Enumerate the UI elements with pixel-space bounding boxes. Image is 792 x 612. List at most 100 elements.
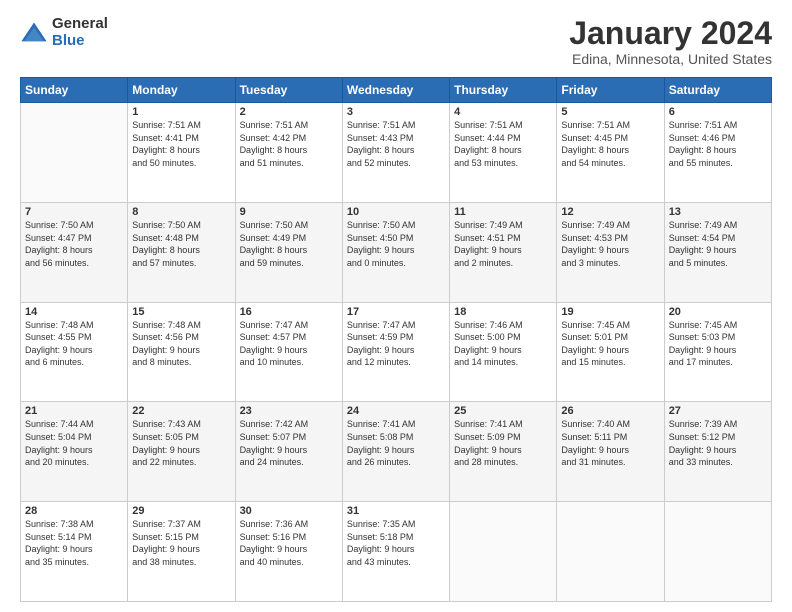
calendar-cell: 16Sunrise: 7:47 AMSunset: 4:57 PMDayligh… (235, 302, 342, 402)
day-number: 24 (347, 405, 445, 417)
week-row-1: 1Sunrise: 7:51 AMSunset: 4:41 PMDaylight… (21, 103, 772, 203)
day-number: 7 (25, 206, 123, 218)
week-row-4: 21Sunrise: 7:44 AMSunset: 5:04 PMDayligh… (21, 402, 772, 502)
cell-content: Sunrise: 7:49 AMSunset: 4:53 PMDaylight:… (561, 219, 659, 269)
day-number: 8 (132, 206, 230, 218)
header-day-wednesday: Wednesday (342, 78, 449, 103)
cell-content: Sunrise: 7:35 AMSunset: 5:18 PMDaylight:… (347, 518, 445, 568)
day-number: 4 (454, 106, 552, 118)
calendar-cell: 20Sunrise: 7:45 AMSunset: 5:03 PMDayligh… (664, 302, 771, 402)
header-row: SundayMondayTuesdayWednesdayThursdayFrid… (21, 78, 772, 103)
calendar-cell: 11Sunrise: 7:49 AMSunset: 4:51 PMDayligh… (450, 202, 557, 302)
cell-content: Sunrise: 7:50 AMSunset: 4:50 PMDaylight:… (347, 219, 445, 269)
day-number: 27 (669, 405, 767, 417)
day-number: 20 (669, 306, 767, 318)
day-number: 11 (454, 206, 552, 218)
cell-content: Sunrise: 7:45 AMSunset: 5:03 PMDaylight:… (669, 319, 767, 369)
cell-content: Sunrise: 7:48 AMSunset: 4:56 PMDaylight:… (132, 319, 230, 369)
page: General Blue January 2024 Edina, Minneso… (0, 0, 792, 612)
day-number: 17 (347, 306, 445, 318)
day-number: 28 (25, 505, 123, 517)
calendar-table: SundayMondayTuesdayWednesdayThursdayFrid… (20, 77, 772, 602)
day-number: 12 (561, 206, 659, 218)
logo-text: General Blue (52, 16, 108, 49)
header: General Blue January 2024 Edina, Minneso… (20, 16, 772, 67)
day-number: 22 (132, 405, 230, 417)
calendar-cell: 18Sunrise: 7:46 AMSunset: 5:00 PMDayligh… (450, 302, 557, 402)
day-number: 29 (132, 505, 230, 517)
cell-content: Sunrise: 7:48 AMSunset: 4:55 PMDaylight:… (25, 319, 123, 369)
cell-content: Sunrise: 7:46 AMSunset: 5:00 PMDaylight:… (454, 319, 552, 369)
cell-content: Sunrise: 7:47 AMSunset: 4:59 PMDaylight:… (347, 319, 445, 369)
logo-blue: Blue (52, 33, 108, 50)
cell-content: Sunrise: 7:50 AMSunset: 4:49 PMDaylight:… (240, 219, 338, 269)
calendar-cell: 27Sunrise: 7:39 AMSunset: 5:12 PMDayligh… (664, 402, 771, 502)
calendar-cell: 5Sunrise: 7:51 AMSunset: 4:45 PMDaylight… (557, 103, 664, 203)
day-number: 5 (561, 106, 659, 118)
day-number: 13 (669, 206, 767, 218)
cell-content: Sunrise: 7:51 AMSunset: 4:41 PMDaylight:… (132, 119, 230, 169)
cell-content: Sunrise: 7:49 AMSunset: 4:51 PMDaylight:… (454, 219, 552, 269)
day-number: 1 (132, 106, 230, 118)
header-day-friday: Friday (557, 78, 664, 103)
calendar-cell: 22Sunrise: 7:43 AMSunset: 5:05 PMDayligh… (128, 402, 235, 502)
cell-content: Sunrise: 7:37 AMSunset: 5:15 PMDaylight:… (132, 518, 230, 568)
week-row-2: 7Sunrise: 7:50 AMSunset: 4:47 PMDaylight… (21, 202, 772, 302)
header-day-thursday: Thursday (450, 78, 557, 103)
cell-content: Sunrise: 7:49 AMSunset: 4:54 PMDaylight:… (669, 219, 767, 269)
calendar-cell: 17Sunrise: 7:47 AMSunset: 4:59 PMDayligh… (342, 302, 449, 402)
calendar-cell: 7Sunrise: 7:50 AMSunset: 4:47 PMDaylight… (21, 202, 128, 302)
calendar-cell: 10Sunrise: 7:50 AMSunset: 4:50 PMDayligh… (342, 202, 449, 302)
calendar-cell: 28Sunrise: 7:38 AMSunset: 5:14 PMDayligh… (21, 502, 128, 602)
day-number: 16 (240, 306, 338, 318)
day-number: 10 (347, 206, 445, 218)
calendar-cell: 21Sunrise: 7:44 AMSunset: 5:04 PMDayligh… (21, 402, 128, 502)
calendar-cell: 15Sunrise: 7:48 AMSunset: 4:56 PMDayligh… (128, 302, 235, 402)
day-number: 21 (25, 405, 123, 417)
cell-content: Sunrise: 7:45 AMSunset: 5:01 PMDaylight:… (561, 319, 659, 369)
calendar-cell (450, 502, 557, 602)
cell-content: Sunrise: 7:42 AMSunset: 5:07 PMDaylight:… (240, 418, 338, 468)
day-number: 2 (240, 106, 338, 118)
calendar-cell: 9Sunrise: 7:50 AMSunset: 4:49 PMDaylight… (235, 202, 342, 302)
calendar-cell (557, 502, 664, 602)
day-number: 26 (561, 405, 659, 417)
day-number: 14 (25, 306, 123, 318)
cell-content: Sunrise: 7:51 AMSunset: 4:45 PMDaylight:… (561, 119, 659, 169)
logo-general: General (52, 16, 108, 33)
calendar-cell: 13Sunrise: 7:49 AMSunset: 4:54 PMDayligh… (664, 202, 771, 302)
calendar-cell: 24Sunrise: 7:41 AMSunset: 5:08 PMDayligh… (342, 402, 449, 502)
logo: General Blue (20, 16, 108, 49)
calendar-cell (664, 502, 771, 602)
title-block: January 2024 Edina, Minnesota, United St… (569, 16, 772, 67)
header-day-tuesday: Tuesday (235, 78, 342, 103)
day-number: 30 (240, 505, 338, 517)
calendar-cell: 12Sunrise: 7:49 AMSunset: 4:53 PMDayligh… (557, 202, 664, 302)
month-title: January 2024 (569, 16, 772, 51)
cell-content: Sunrise: 7:43 AMSunset: 5:05 PMDaylight:… (132, 418, 230, 468)
calendar-cell: 23Sunrise: 7:42 AMSunset: 5:07 PMDayligh… (235, 402, 342, 502)
day-number: 9 (240, 206, 338, 218)
calendar-cell: 6Sunrise: 7:51 AMSunset: 4:46 PMDaylight… (664, 103, 771, 203)
calendar-cell: 29Sunrise: 7:37 AMSunset: 5:15 PMDayligh… (128, 502, 235, 602)
cell-content: Sunrise: 7:44 AMSunset: 5:04 PMDaylight:… (25, 418, 123, 468)
location: Edina, Minnesota, United States (569, 51, 772, 67)
day-number: 6 (669, 106, 767, 118)
calendar-cell: 26Sunrise: 7:40 AMSunset: 5:11 PMDayligh… (557, 402, 664, 502)
calendar-cell: 31Sunrise: 7:35 AMSunset: 5:18 PMDayligh… (342, 502, 449, 602)
calendar-cell: 1Sunrise: 7:51 AMSunset: 4:41 PMDaylight… (128, 103, 235, 203)
logo-icon (20, 19, 48, 47)
cell-content: Sunrise: 7:39 AMSunset: 5:12 PMDaylight:… (669, 418, 767, 468)
cell-content: Sunrise: 7:51 AMSunset: 4:44 PMDaylight:… (454, 119, 552, 169)
calendar-cell: 8Sunrise: 7:50 AMSunset: 4:48 PMDaylight… (128, 202, 235, 302)
cell-content: Sunrise: 7:51 AMSunset: 4:43 PMDaylight:… (347, 119, 445, 169)
day-number: 25 (454, 405, 552, 417)
calendar-cell: 3Sunrise: 7:51 AMSunset: 4:43 PMDaylight… (342, 103, 449, 203)
cell-content: Sunrise: 7:51 AMSunset: 4:46 PMDaylight:… (669, 119, 767, 169)
day-number: 31 (347, 505, 445, 517)
day-number: 15 (132, 306, 230, 318)
day-number: 23 (240, 405, 338, 417)
week-row-3: 14Sunrise: 7:48 AMSunset: 4:55 PMDayligh… (21, 302, 772, 402)
cell-content: Sunrise: 7:41 AMSunset: 5:09 PMDaylight:… (454, 418, 552, 468)
calendar-cell: 25Sunrise: 7:41 AMSunset: 5:09 PMDayligh… (450, 402, 557, 502)
